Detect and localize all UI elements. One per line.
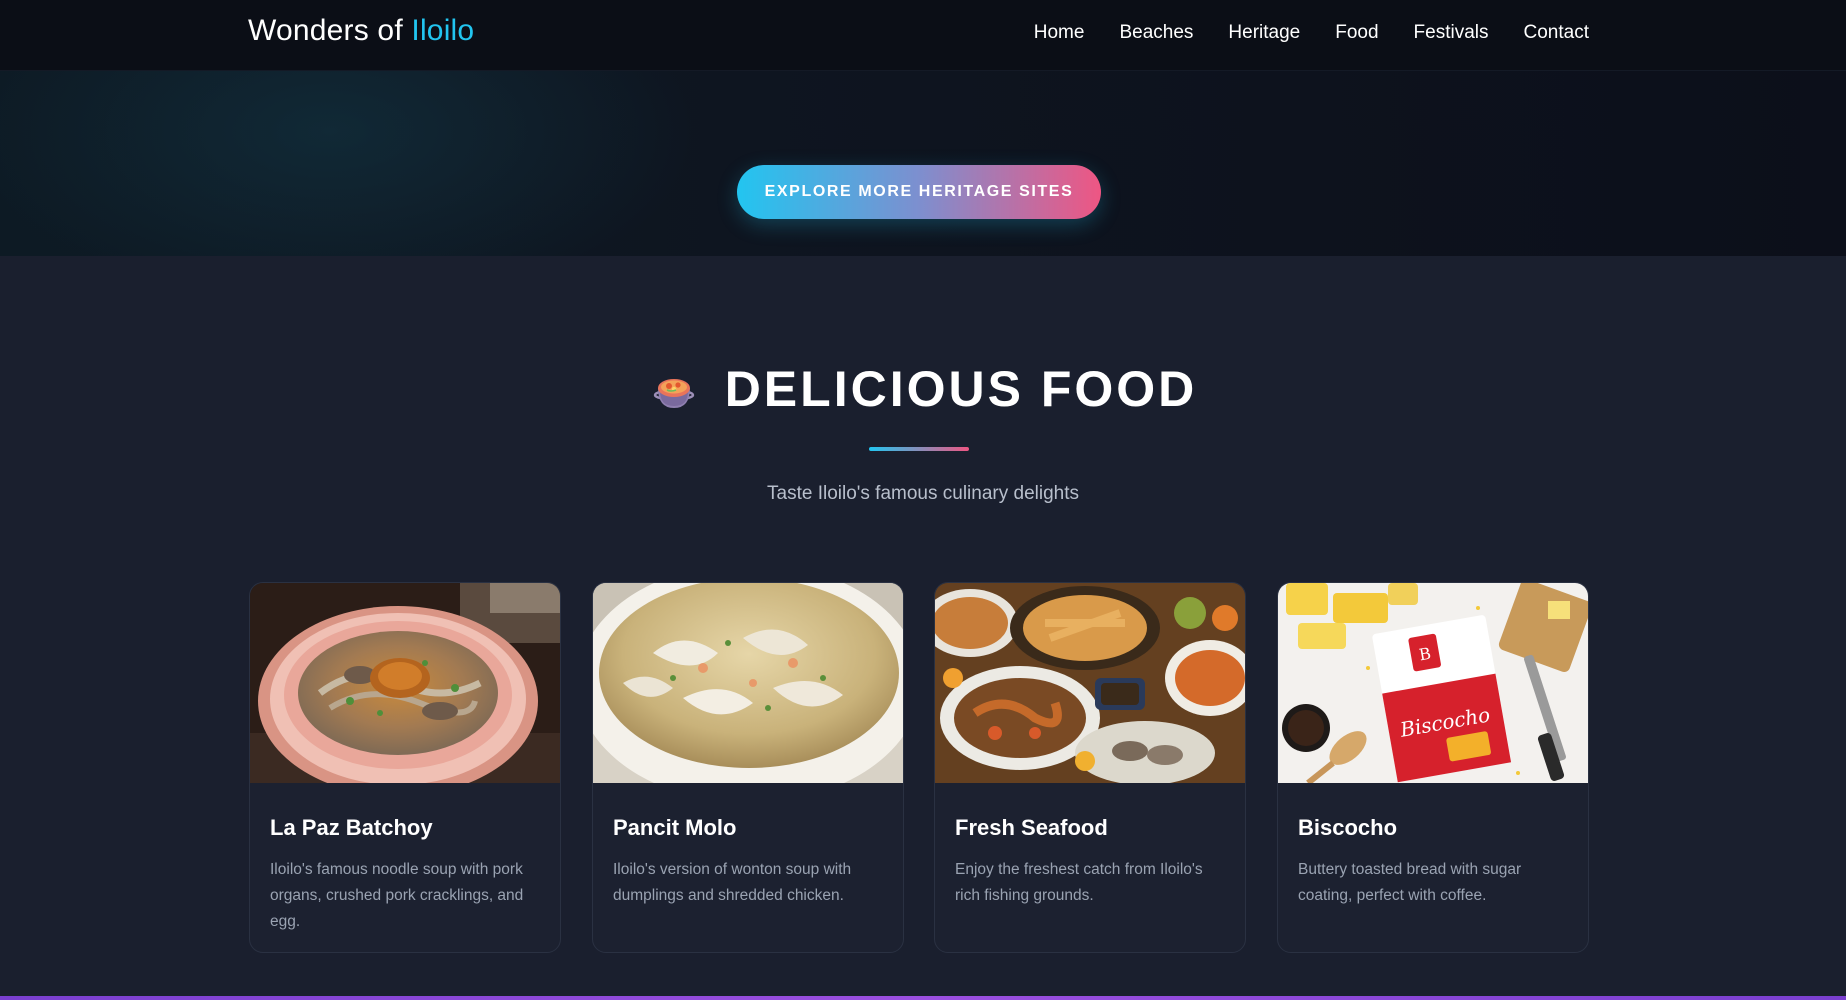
pancit-molo-bowl-photo — [593, 583, 903, 783]
brand-prefix: Wonders of — [248, 14, 412, 47]
nav-links: Home Beaches Heritage Food Festivals Con… — [1034, 22, 1589, 44]
card-title: Fresh Seafood — [955, 815, 1108, 840]
section-divider — [0, 996, 1846, 1000]
site-logo[interactable]: Wonders of Iloilo — [248, 14, 474, 48]
explore-heritage-button[interactable]: EXPLORE MORE HERITAGE SITES — [737, 165, 1101, 219]
card-title: Biscocho — [1298, 815, 1398, 840]
title-underline — [869, 447, 969, 451]
brand-accent: Iloilo — [411, 14, 475, 47]
biscocho-package-photo: B Biscocho — [1278, 583, 1588, 783]
nav-link-contact[interactable]: Contact — [1524, 22, 1589, 44]
food-card-seafood[interactable]: Fresh Seafood Enjoy the freshest catch f… — [934, 582, 1246, 953]
seafood-spread-photo — [935, 583, 1245, 783]
nav-link-home[interactable]: Home — [1034, 22, 1085, 44]
nav-link-food[interactable]: Food — [1335, 22, 1378, 44]
nav-link-heritage[interactable]: Heritage — [1228, 22, 1300, 44]
nav-link-festivals[interactable]: Festivals — [1414, 22, 1489, 44]
card-description: Iloilo's version of wonton soup with dum… — [613, 861, 852, 904]
card-title: Pancit Molo — [613, 815, 737, 840]
cooking-pot-icon — [653, 379, 694, 408]
food-card-batchoy[interactable]: La Paz Batchoy Iloilo's famous noodle so… — [249, 582, 561, 953]
food-card-pancit-molo[interactable]: Pancit Molo Iloilo's version of wonton s… — [592, 582, 904, 953]
batchoy-bowl-photo — [250, 583, 560, 783]
nav-link-beaches[interactable]: Beaches — [1119, 22, 1193, 44]
top-navbar: Wonders of Iloilo Home Beaches Heritage … — [0, 0, 1846, 71]
section-title: DELICIOUS FOOD — [724, 361, 1198, 417]
card-description: Iloilo's famous noodle soup with pork or… — [270, 861, 524, 930]
card-description: Enjoy the freshest catch from Iloilo's r… — [955, 861, 1203, 904]
heritage-section-footer: EXPLORE MORE HERITAGE SITES — [0, 71, 1846, 256]
card-description: Buttery toasted bread with sugar coating… — [1298, 861, 1522, 904]
food-section-header: DELICIOUS FOOD — [0, 360, 1846, 418]
section-subtitle: Taste Iloilo's famous culinary delights — [767, 483, 1079, 504]
food-card-biscocho[interactable]: B Biscocho Biscocho Buttery toasted brea… — [1277, 582, 1589, 953]
card-title: La Paz Batchoy — [270, 815, 433, 840]
